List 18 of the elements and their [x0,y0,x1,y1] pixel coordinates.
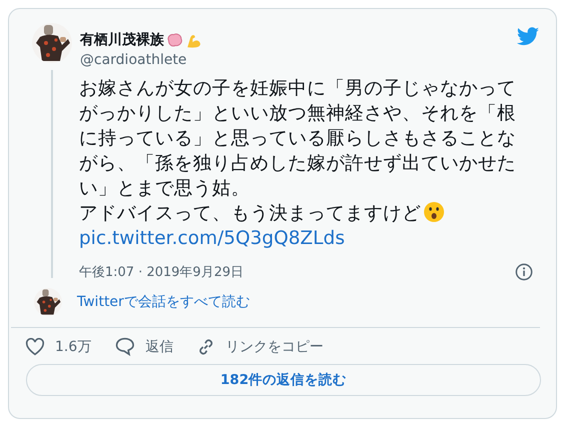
bird-icon[interactable] [516,27,540,47]
media-link[interactable]: pic.twitter.com/5Q3gQ8ZLds [79,226,345,251]
brain-icon [166,32,183,48]
tweet-text: お嫁さんが女の子を妊娠中に「男の子じゃなかってがっかりした」といい放つ無神経さや、それを「根に持っている」と思っている厭らしさもさることながら、「孫を独り占めした嫁が許せず出ていかせたい」とまで思う姑。 [79,77,517,201]
link-icon [197,338,216,356]
reply-button[interactable]: 返信 [115,337,174,356]
surprised-face-icon [423,201,445,223]
thread-link[interactable]: Twitterで会話をすべて読む [77,293,250,311]
speech-bubble-icon [115,337,136,356]
tweet-text: アドバイスって、もう決まってますけど [79,203,421,224]
info-icon[interactable] [515,263,533,281]
author-name: 有栖川茂裸族 [80,31,164,49]
timestamp[interactable]: 午後1:07 · 2019年9月29日 [79,263,244,281]
heart-icon [25,338,45,356]
read-replies-button[interactable]: 182件の返信を読む [26,364,541,396]
author-handle: @cardioathlete [80,52,188,68]
like-button[interactable]: 1.6万 [25,337,92,356]
copy-button[interactable]: リンクをコピー [197,337,324,356]
